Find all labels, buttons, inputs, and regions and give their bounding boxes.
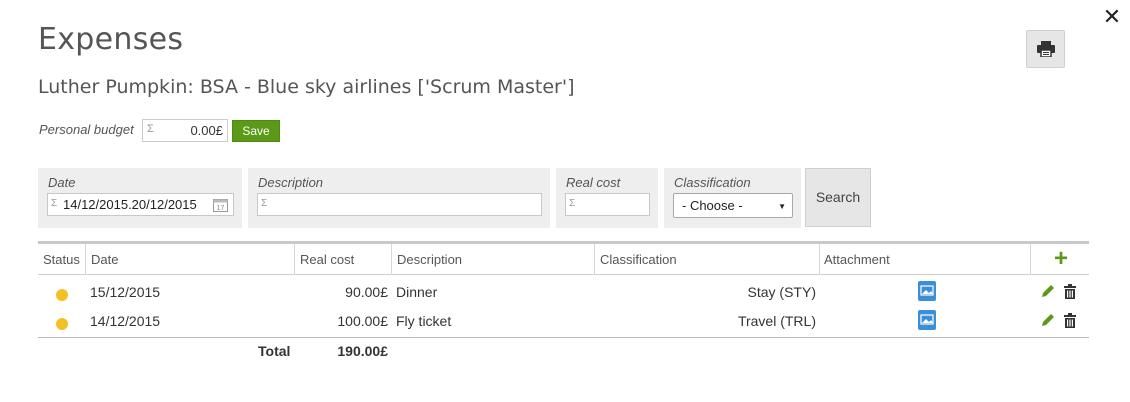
row-real-cost: 90.00£	[345, 284, 388, 300]
status-indicator	[56, 289, 68, 301]
personal-budget-input[interactable]: Σ 0.00£	[142, 119, 228, 142]
pencil-icon[interactable]	[1041, 284, 1055, 298]
add-expense-button[interactable]: +	[1052, 245, 1070, 273]
expenses-table: Status Date Real cost Description Classi…	[38, 241, 1089, 359]
classification-filter-label: Classification	[674, 175, 751, 190]
svg-text:17: 17	[217, 205, 225, 212]
page-subtitle: Luther Pumpkin: BSA - Blue sky airlines …	[38, 76, 575, 98]
row-classification: Travel (TRL)	[737, 313, 816, 329]
table-header: Status Date Real cost Description Classi…	[38, 241, 1089, 275]
print-button[interactable]	[1026, 30, 1065, 68]
date-filter: Date Σ 14/12/2015.20/12/2015 17	[38, 168, 242, 228]
date-range-input[interactable]: Σ 14/12/2015.20/12/2015 17	[47, 193, 234, 216]
column-description[interactable]: Description	[392, 244, 462, 275]
total-label: Total	[258, 343, 291, 359]
personal-budget-label: Personal budget	[39, 122, 134, 137]
table-row[interactable]: 14/12/2015 100.00£ Fly ticket Travel (TR…	[38, 307, 1089, 335]
pencil-icon[interactable]	[1041, 313, 1055, 327]
sigma-icon: Σ	[51, 198, 58, 209]
close-button[interactable]: ✕	[1102, 6, 1122, 28]
date-filter-label: Date	[48, 175, 76, 190]
table-footer: Total 190.00£	[38, 337, 1089, 361]
row-date: 14/12/2015	[90, 313, 161, 329]
row-description: Fly ticket	[396, 313, 452, 329]
date-range-value: 14/12/2015.20/12/2015	[63, 197, 197, 212]
total-value: 190.00£	[337, 343, 388, 359]
dropdown-arrow-icon: ▼	[778, 202, 786, 211]
row-classification: Stay (STY)	[747, 284, 816, 300]
column-attachment[interactable]: Attachment	[819, 244, 890, 275]
calendar-icon[interactable]: 17	[213, 198, 228, 212]
classification-select[interactable]: - Choose - ▼	[673, 193, 793, 218]
status-indicator	[56, 318, 68, 330]
printer-icon	[1037, 41, 1055, 57]
sigma-icon: Σ	[261, 198, 268, 209]
trash-icon[interactable]	[1064, 284, 1076, 299]
row-date: 15/12/2015	[90, 284, 161, 300]
description-filter: Description Σ	[248, 168, 550, 228]
table-row[interactable]: 15/12/2015 90.00£ Dinner Stay (STY)	[38, 278, 1089, 306]
row-description: Dinner	[396, 284, 438, 300]
real-cost-filter: Real cost Σ	[556, 168, 658, 228]
column-status[interactable]: Status	[38, 244, 80, 275]
column-date[interactable]: Date	[86, 244, 118, 275]
classification-filter: Classification - Choose - ▼	[664, 168, 801, 228]
sigma-icon: Σ	[147, 123, 154, 135]
image-file-icon[interactable]	[918, 281, 936, 301]
close-icon: ✕	[1102, 4, 1122, 29]
sigma-icon: Σ	[569, 198, 576, 209]
image-file-icon[interactable]	[918, 310, 936, 330]
column-real-cost[interactable]: Real cost	[295, 244, 354, 275]
row-real-cost: 100.00£	[337, 313, 388, 329]
page-title: Expenses	[38, 22, 184, 57]
classification-selected: - Choose -	[682, 198, 743, 213]
trash-icon[interactable]	[1064, 313, 1076, 328]
real-cost-filter-label: Real cost	[566, 175, 621, 190]
description-input[interactable]: Σ	[257, 193, 542, 216]
search-button[interactable]: Search	[805, 168, 871, 227]
save-button[interactable]: Save	[232, 120, 280, 142]
real-cost-input[interactable]: Σ	[565, 193, 650, 216]
personal-budget-value: 0.00£	[190, 123, 223, 138]
description-filter-label: Description	[258, 175, 324, 190]
column-classification[interactable]: Classification	[595, 244, 677, 275]
